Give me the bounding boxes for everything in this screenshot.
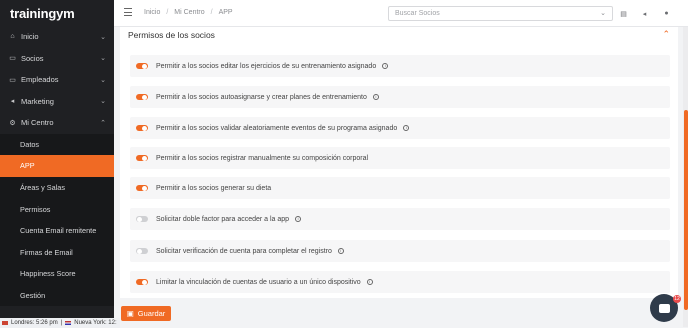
breadcrumb-separator: / <box>166 9 169 16</box>
info-icon[interactable]: i <box>372 94 379 100</box>
permission-toggle[interactable] <box>136 215 148 223</box>
info-icon[interactable]: i <box>337 248 344 254</box>
sidebar-item-socios[interactable]: ▭ Socios ⌄ <box>0 48 114 70</box>
sidebar-submenu: Datos APP Áreas y Salas Permisos Cuenta … <box>0 133 114 307</box>
permission-toggle[interactable] <box>136 184 148 192</box>
permission-label: Permitir a los socios registrar manualme… <box>156 154 369 162</box>
logo: trainingym <box>10 5 75 21</box>
permission-row: Permitir a los socios autoasignarse y cr… <box>130 86 670 108</box>
section-title: Permisos de los socios <box>128 30 215 40</box>
us-flag-icon <box>65 321 72 325</box>
permission-label: Permitir a los socios editar los ejercic… <box>156 62 377 70</box>
sidebar-item-inicio[interactable]: ⌂ Inicio ⌄ <box>0 26 114 48</box>
permission-toggle[interactable] <box>136 247 148 255</box>
sidebar-subitem-cuenta-email[interactable]: Cuenta Email remitente <box>0 220 114 242</box>
sidebar-subitem-permisos[interactable]: Permisos <box>0 198 114 220</box>
permission-label: Limitar la vinculación de cuentas de usu… <box>156 278 361 286</box>
permissions-card: Permisos de los socios ⌃ Permitir a los … <box>120 27 678 298</box>
permission-label: Solicitar doble factor para acceder a la… <box>156 215 290 223</box>
permission-label: Solicitar verificación de cuenta para co… <box>156 247 332 255</box>
permission-label: Permitir a los socios autoasignarse y cr… <box>156 93 367 101</box>
sidebar-item-marketing[interactable]: ◂ Marketing ⌄ <box>0 91 114 113</box>
section-header[interactable]: Permisos de los socios ⌃ <box>120 27 678 43</box>
chevron-up-icon: ⌃ <box>100 119 106 127</box>
info-icon[interactable]: i <box>295 216 302 222</box>
permission-row: Limitar la vinculación de cuentas de usu… <box>130 271 670 293</box>
permission-label: Permitir a los socios generar su dieta <box>156 184 272 192</box>
breadcrumb-inicio[interactable]: Inicio <box>144 9 160 16</box>
chevron-down-icon: ⌄ <box>100 76 106 84</box>
permission-toggle[interactable] <box>136 154 148 162</box>
clock-newyork: Nueva York: 12: <box>74 320 117 326</box>
chat-badge: 12 <box>673 295 681 303</box>
permission-row: Solicitar verificación de cuenta para co… <box>130 240 670 262</box>
breadcrumb: Inicio / Mi Centro / APP <box>144 9 233 16</box>
sidebar-subitem-firmas-email[interactable]: Firmas de Email <box>0 241 114 263</box>
gear-icon: ⚙ <box>9 119 16 127</box>
menu-icon[interactable] <box>124 8 132 17</box>
folder-icon: ▭ <box>9 55 16 63</box>
search-placeholder: Buscar Socios <box>395 10 440 17</box>
search-input[interactable]: Buscar Socios ⌄ <box>388 6 613 21</box>
permission-row: Permitir a los socios generar su dieta <box>130 177 670 199</box>
topbar: Inicio / Mi Centro / APP Buscar Socios ⌄… <box>114 0 688 27</box>
sidebar-subitem-happiness[interactable]: Happiness Score <box>0 263 114 285</box>
world-clock: Londres: 5:26 pm | Nueva York: 12: <box>0 318 120 328</box>
chevron-down-icon: ⌄ <box>100 55 106 63</box>
breadcrumb-separator: / <box>210 9 213 16</box>
clock-london: Londres: 5:26 pm <box>11 320 58 326</box>
sidebar-item-label: Socios <box>21 53 44 63</box>
home-icon: ⌂ <box>10 33 15 41</box>
scrollbar-thumb[interactable] <box>684 110 688 310</box>
permission-toggle[interactable] <box>136 93 148 101</box>
save-icon: ▣ <box>126 309 134 318</box>
permission-toggle[interactable] <box>136 124 148 132</box>
permission-row: Permitir a los socios validar aleatoriam… <box>130 117 670 139</box>
sidebar-item-label: Mi Centro <box>21 118 54 128</box>
sidebar-subitem-areas-salas[interactable]: Áreas y Salas <box>0 177 114 199</box>
sidebar-item-mi-centro[interactable]: ⚙ Mi Centro ⌃ <box>0 112 114 134</box>
permission-row: Solicitar doble factor para acceder a la… <box>130 208 670 230</box>
chevron-down-icon: ⌄ <box>100 33 106 41</box>
permission-row: Permitir a los socios registrar manualme… <box>130 147 670 169</box>
permission-toggle[interactable] <box>136 62 148 70</box>
chevron-up-icon[interactable]: ⌃ <box>662 29 670 40</box>
save-button[interactable]: ▣ Guardar <box>121 306 171 321</box>
megaphone-icon[interactable]: ◂ <box>640 9 649 18</box>
permission-toggle[interactable] <box>136 278 148 286</box>
user-icon[interactable]: ● <box>662 9 671 18</box>
breadcrumb-app: APP <box>218 9 233 16</box>
info-icon[interactable]: i <box>366 279 373 285</box>
sidebar-item-empleados[interactable]: ▭ Empleados ⌄ <box>0 69 114 91</box>
info-icon[interactable]: i <box>382 63 389 69</box>
folder-icon: ▭ <box>9 76 16 84</box>
info-icon[interactable]: i <box>403 125 410 131</box>
uk-flag-icon <box>2 321 8 325</box>
chat-icon <box>658 303 670 313</box>
chevron-down-icon: ⌄ <box>100 98 106 106</box>
sidebar-subitem-datos[interactable]: Datos <box>0 134 114 156</box>
chevron-down-icon: ⌄ <box>600 10 606 17</box>
permission-label: Permitir a los socios validar aleatoriam… <box>156 124 398 132</box>
save-label: Guardar <box>137 309 166 318</box>
sidebar-item-label: Empleados <box>21 75 59 85</box>
card-icon[interactable]: ▤ <box>619 9 628 18</box>
sidebar-item-label: Inicio <box>21 32 39 42</box>
sidebar: trainingym ⌂ Inicio ⌄ ▭ Socios ⌄ ▭ Emple… <box>0 0 114 318</box>
sidebar-item-label: Marketing <box>21 96 54 106</box>
permission-row: Permitir a los socios editar los ejercic… <box>130 55 670 77</box>
sidebar-subitem-gestion[interactable]: Gestión <box>0 285 114 307</box>
megaphone-icon: ◂ <box>10 98 15 106</box>
clock-separator: | <box>60 320 63 326</box>
breadcrumb-mi-centro[interactable]: Mi Centro <box>174 9 204 16</box>
sidebar-subitem-app[interactable]: APP <box>0 155 114 177</box>
